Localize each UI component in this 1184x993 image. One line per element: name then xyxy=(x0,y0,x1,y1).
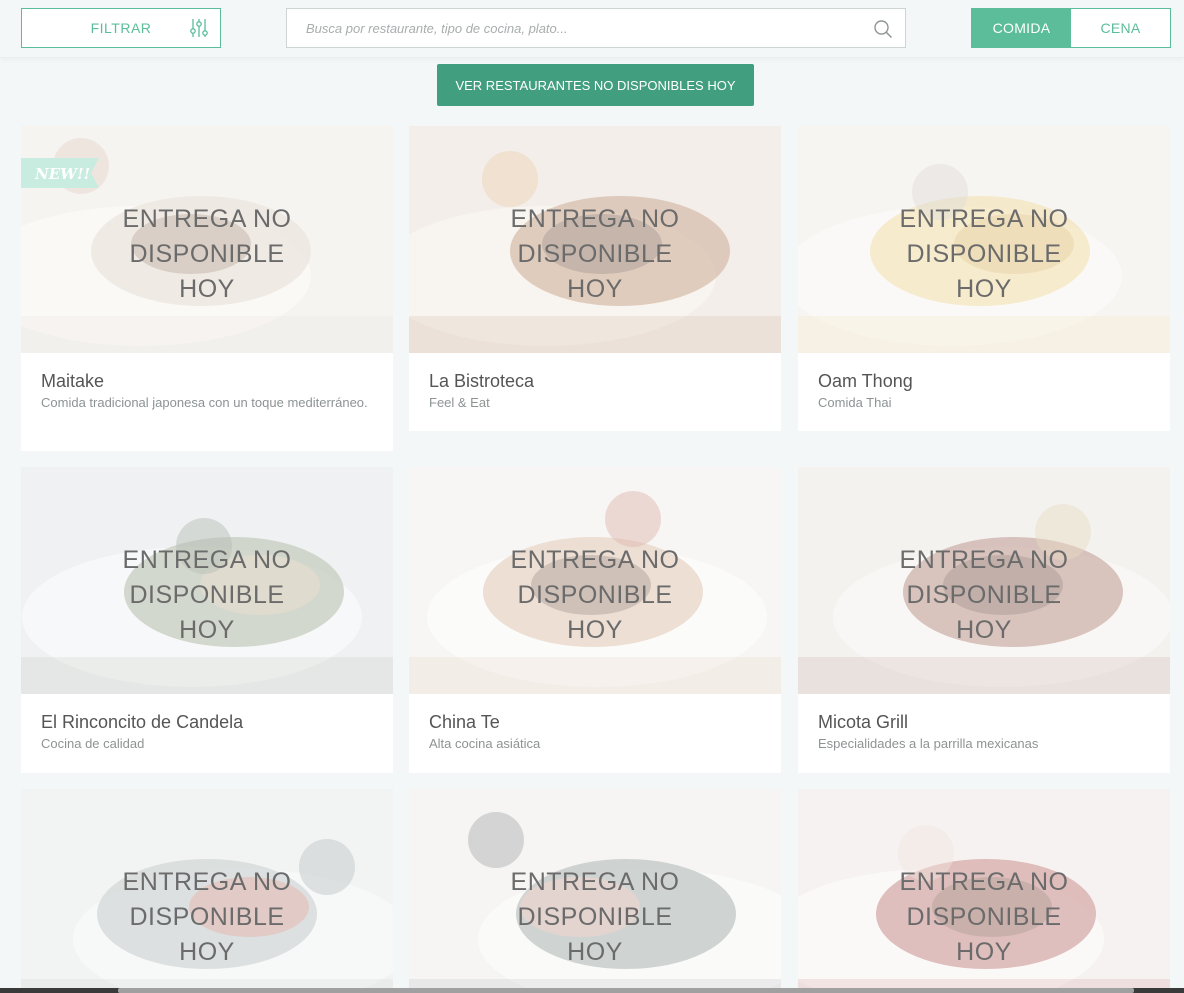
sliders-icon xyxy=(190,19,208,37)
restaurant-name: El Rinconcito de Candela xyxy=(41,712,244,732)
restaurant-card[interactable]: ENTREGA NO DISPONIBLE HOY La Bistroteca Fe… xyxy=(409,126,781,431)
restaurant-card[interactable]: ENTREGA NO DISPONIBLE HOY xyxy=(21,789,393,993)
restaurant-description: Comida Thai xyxy=(818,395,892,410)
restaurant-description: Cocina de calidad xyxy=(41,736,145,751)
delivery-unavailable-label: ENTREGA NO DISPONIBLE HOY xyxy=(899,205,1069,303)
restaurant-card[interactable]: ENTREGA NO DISPONIBLE HOY China Te Alta co… xyxy=(409,467,781,773)
search-box xyxy=(286,8,906,48)
restaurant-card[interactable]: ENTREGA NO DISPONIBLE HOY El Rinconcito d… xyxy=(21,467,393,773)
restaurant-description: Alta cocina asiática xyxy=(429,736,541,751)
restaurant-name: China Te xyxy=(429,712,500,732)
restaurant-card[interactable]: ENTREGA NO DISPONIBLE HOY Oam Thong Comida… xyxy=(798,126,1170,431)
restaurant-name: La Bistroteca xyxy=(429,371,535,391)
restaurant-description: Comida tradicional japonesa con un toque… xyxy=(41,395,368,410)
restaurant-photo: NEW!! ENTREGA NO DISPONIBLE HOY xyxy=(21,126,393,353)
restaurant-photo: ENTREGA NO DISPONIBLE HOY xyxy=(409,126,781,353)
delivery-unavailable-label: ENTREGA NO DISPONIBLE HOY xyxy=(122,205,292,303)
tab-comida[interactable]: COMIDA xyxy=(972,9,1071,47)
restaurant-info: La Bistroteca Feel & Eat xyxy=(409,353,781,413)
restaurant-description: Especialidades a la parrilla mexicanas xyxy=(818,736,1039,751)
restaurant-name: Micota Grill xyxy=(818,712,909,732)
restaurant-name: Maitake xyxy=(41,371,105,391)
filter-button[interactable]: FILTRAR xyxy=(21,8,221,48)
restaurant-info: China Te Alta cocina asiática xyxy=(409,694,781,754)
restaurant-photo: ENTREGA NO DISPONIBLE HOY xyxy=(409,467,781,694)
filter-label: FILTRAR xyxy=(90,20,152,36)
restaurant-photo: ENTREGA NO DISPONIBLE HOY xyxy=(798,789,1170,993)
horizontal-scrollbar[interactable] xyxy=(0,988,1184,993)
tab-cena[interactable]: CENA xyxy=(1071,9,1170,47)
delivery-unavailable-label: ENTREGA NO DISPONIBLE HOY xyxy=(510,546,680,644)
meal-toggle: COMIDA CENA xyxy=(971,8,1171,48)
restaurant-photo: ENTREGA NO DISPONIBLE HOY xyxy=(798,467,1170,694)
restaurant-card[interactable]: NEW!! ENTREGA NO DISPONIBLE HOY Maitake Com… xyxy=(21,126,393,451)
search-icon[interactable] xyxy=(873,19,893,39)
restaurant-info: Micota Grill Especialidades a la parrilla… xyxy=(798,694,1170,754)
new-badge-label: NEW!! xyxy=(34,165,90,183)
top-bar: FILTRAR COMIDA CENA xyxy=(0,0,1184,58)
delivery-unavailable-label: ENTREGA NO DISPONIBLE HOY xyxy=(510,205,680,303)
restaurant-card[interactable]: ENTREGA NO DISPONIBLE HOY xyxy=(409,789,781,993)
delivery-unavailable-label: ENTREGA NO DISPONIBLE HOY xyxy=(122,546,292,644)
restaurant-info: Maitake Comida tradicional japonesa con u… xyxy=(21,353,393,413)
delivery-unavailable-label: ENTREGA NO DISPONIBLE HOY xyxy=(899,868,1069,966)
restaurant-photo: ENTREGA NO DISPONIBLE HOY xyxy=(409,789,781,993)
restaurant-info: Oam Thong Comida Thai xyxy=(798,353,1170,413)
search-input[interactable] xyxy=(287,9,905,47)
restaurant-card[interactable]: ENTREGA NO DISPONIBLE HOY xyxy=(798,789,1170,993)
delivery-unavailable-label: ENTREGA NO DISPONIBLE HOY xyxy=(122,868,292,966)
restaurant-info: El Rinconcito de Candela Cocina de calida… xyxy=(21,694,393,754)
restaurant-name: Oam Thong xyxy=(818,371,913,391)
restaurant-card[interactable]: ENTREGA NO DISPONIBLE HOY Micota Grill Esp… xyxy=(798,467,1170,773)
scrollbar-thumb[interactable] xyxy=(118,988,1134,993)
restaurant-photo: ENTREGA NO DISPONIBLE HOY xyxy=(798,126,1170,353)
delivery-unavailable-label: ENTREGA NO DISPONIBLE HOY xyxy=(899,546,1069,644)
restaurant-photo: ENTREGA NO DISPONIBLE HOY xyxy=(21,789,393,993)
restaurant-description: Feel & Eat xyxy=(429,395,490,410)
new-badge: NEW!! xyxy=(21,158,99,188)
view-unavailable-button[interactable]: VER RESTAURANTES NO DISPONIBLES HOY xyxy=(437,64,754,106)
restaurant-photo: ENTREGA NO DISPONIBLE HOY xyxy=(21,467,393,694)
delivery-unavailable-label: ENTREGA NO DISPONIBLE HOY xyxy=(510,868,680,966)
